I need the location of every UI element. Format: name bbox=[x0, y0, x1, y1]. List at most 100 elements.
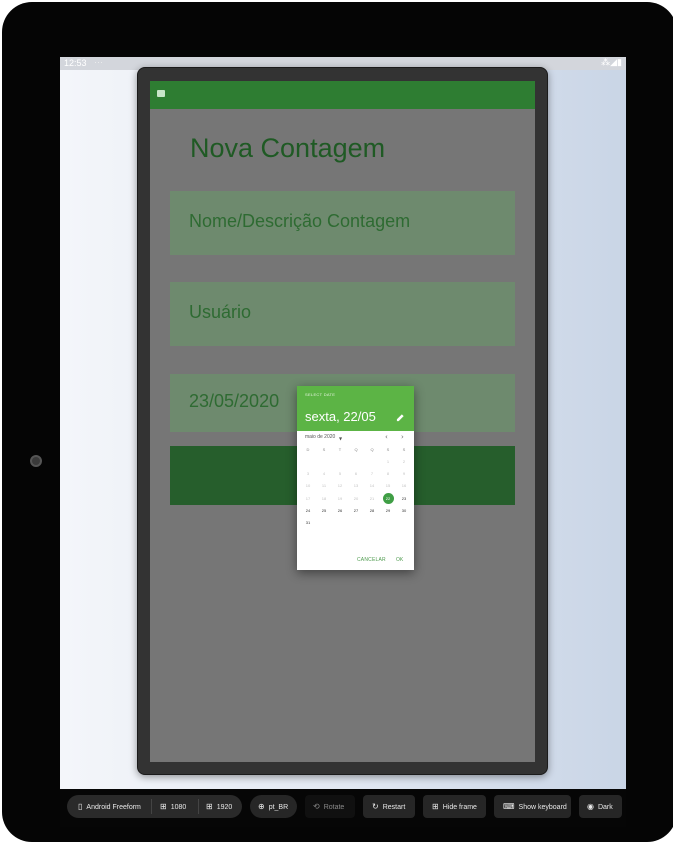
rotate-label: Rotate bbox=[323, 804, 345, 811]
calendar-day: 8 bbox=[380, 468, 396, 480]
date-picker-dialog: SELECT DATE sexta, 22/05 maio de 2020 ▼ … bbox=[297, 386, 414, 570]
calendar-day-label: 15 bbox=[385, 483, 391, 489]
calendar-day: 20 bbox=[348, 493, 364, 505]
rotate-button[interactable]: ⟲ Rotate bbox=[305, 795, 355, 818]
calendar-day-label: 20 bbox=[353, 495, 359, 501]
calendar-day-label: 7 bbox=[370, 471, 374, 477]
calendar-day[interactable]: 27 bbox=[348, 505, 364, 517]
calendar-day-label: 21 bbox=[369, 495, 375, 501]
weekday-header: T bbox=[338, 447, 342, 452]
calendar-day[interactable]: 25 bbox=[316, 505, 332, 517]
date-value: 23/05/2020 bbox=[189, 391, 280, 411]
device-label: Android Freeform bbox=[86, 804, 141, 811]
chevron-right-icon[interactable]: › bbox=[401, 433, 404, 441]
show-keyboard-button[interactable]: ⌨ Show keyboard bbox=[494, 795, 571, 818]
calendar-day[interactable]: 30 bbox=[396, 505, 412, 517]
calendar-day-label: 5 bbox=[338, 471, 342, 477]
device-screen: 12:53 ··· ⁂◢▮ Nova Contagem Nome/Descriç… bbox=[60, 57, 626, 789]
date-picker-header: SELECT DATE sexta, 22/05 bbox=[297, 386, 414, 431]
dark-label: Dark bbox=[597, 804, 613, 811]
back-icon[interactable] bbox=[157, 90, 165, 97]
ok-button[interactable]: OK bbox=[396, 557, 403, 563]
calendar-day-label: 14 bbox=[369, 483, 375, 489]
calendar-day-label: 29 bbox=[385, 507, 391, 513]
edit-pencil-icon[interactable] bbox=[396, 413, 405, 422]
calendar-day-label: 10 bbox=[305, 483, 311, 489]
dropdown-arrow-icon[interactable]: ▼ bbox=[339, 436, 342, 441]
calendar-day: 9 bbox=[396, 468, 412, 480]
calendar-day-label: 4 bbox=[322, 471, 326, 477]
calendar-day-label: 17 bbox=[305, 495, 311, 501]
app-content: Nova Contagem Nome/Descrição Contagem Us… bbox=[150, 109, 535, 762]
calendar-day-label: 3 bbox=[306, 471, 310, 477]
calendar-day: 6 bbox=[348, 468, 364, 480]
calendar-day-label: 11 bbox=[321, 483, 327, 489]
phone-icon: ▯ bbox=[78, 802, 83, 811]
grid-icon: ⊞ bbox=[160, 802, 167, 811]
calendar-day-label: 28 bbox=[369, 507, 375, 513]
calendar-day-label: 18 bbox=[321, 495, 327, 501]
weekday-header: S bbox=[386, 447, 390, 452]
name-description-placeholder: Nome/Descrição Contagem bbox=[189, 211, 411, 231]
calendar-day[interactable]: 29 bbox=[380, 505, 396, 517]
calendar-day-label: 12 bbox=[337, 483, 343, 489]
calendar-day-label: 9 bbox=[402, 471, 406, 477]
weekday-header: Q bbox=[370, 447, 374, 452]
calendar-day-label: 13 bbox=[353, 483, 359, 489]
calendar-day-label: 6 bbox=[354, 471, 358, 477]
calendar-day: 2 bbox=[396, 456, 412, 468]
calendar-day: 13 bbox=[348, 480, 364, 492]
camera-icon bbox=[30, 455, 42, 467]
calendar-day: 3 bbox=[300, 468, 316, 480]
calendar-day-label: 31 bbox=[305, 520, 311, 525]
restart-icon: ↻ bbox=[372, 802, 379, 811]
keyboard-icon: ⌨ bbox=[503, 802, 515, 811]
name-description-field[interactable]: Nome/Descrição Contagem bbox=[170, 191, 515, 255]
calendar-day: 10 bbox=[300, 480, 316, 492]
calendar-day-label: 1 bbox=[386, 459, 390, 464]
status-time: 12:53 bbox=[64, 58, 87, 68]
dark-mode-button[interactable]: ◉ Dark bbox=[579, 795, 622, 818]
calendar-day-label: 24 bbox=[305, 507, 311, 513]
restart-button[interactable]: ↻ Restart bbox=[363, 795, 415, 818]
hide-frame-button[interactable]: ⊞ Hide frame bbox=[423, 795, 486, 818]
calendar-day: 5 bbox=[332, 468, 348, 480]
device-selector-button[interactable]: ▯ Android Freeform bbox=[78, 795, 141, 818]
width-button[interactable]: ⊞ 1080 bbox=[160, 795, 186, 818]
calendar-day-label: 8 bbox=[386, 471, 390, 477]
divider bbox=[151, 799, 152, 814]
calendar-day[interactable]: 23 bbox=[396, 493, 412, 505]
selected-date-label: sexta, 22/05 bbox=[305, 409, 376, 424]
user-field[interactable]: Usuário bbox=[170, 282, 515, 346]
calendar-day: 15 bbox=[380, 480, 396, 492]
height-button[interactable]: ⊞ 1920 bbox=[206, 795, 232, 818]
calendar-day[interactable]: 26 bbox=[332, 505, 348, 517]
month-year-selector[interactable]: maio de 2020 bbox=[305, 434, 335, 440]
locale-label: pt_BR bbox=[268, 804, 289, 811]
weekday-header: S bbox=[402, 447, 406, 452]
calendar-day[interactable]: 24 bbox=[300, 505, 316, 517]
calendar-day-selected[interactable]: 22 bbox=[380, 493, 396, 505]
calendar-day-label: 16 bbox=[401, 483, 407, 489]
locale-button[interactable]: ⊕ pt_BR bbox=[250, 795, 297, 818]
calendar-day-label: 27 bbox=[353, 507, 359, 513]
hide-frame-label: Hide frame bbox=[442, 804, 477, 811]
frame-icon: ⊞ bbox=[432, 802, 439, 811]
calendar-day-label: 19 bbox=[337, 495, 343, 501]
calendar-day-label: 30 bbox=[401, 507, 407, 513]
chevron-left-icon[interactable]: ‹ bbox=[385, 433, 388, 441]
calendar-day[interactable]: 31 bbox=[300, 517, 316, 529]
height-label: 1920 bbox=[216, 804, 233, 811]
page-title: Nova Contagem bbox=[190, 133, 386, 163]
calendar-day: 7 bbox=[364, 468, 380, 480]
cancel-button[interactable]: CANCELAR bbox=[357, 557, 386, 563]
emulator-toolbar: ▯ Android Freeform ⊞ 1080 ⊞ 1920 ⊕ pt_BR ⟲ Ro… bbox=[60, 789, 626, 827]
user-placeholder: Usuário bbox=[189, 302, 252, 322]
restart-label: Restart bbox=[382, 804, 406, 811]
calendar-day: 19 bbox=[332, 493, 348, 505]
calendar-day[interactable]: 28 bbox=[364, 505, 380, 517]
device-size-group: ▯ Android Freeform ⊞ 1080 ⊞ 1920 bbox=[67, 795, 242, 818]
show-keyboard-label: Show keyboard bbox=[518, 804, 567, 811]
calendar-day: 21 bbox=[364, 493, 380, 505]
date-picker-overline: SELECT DATE bbox=[305, 392, 336, 397]
